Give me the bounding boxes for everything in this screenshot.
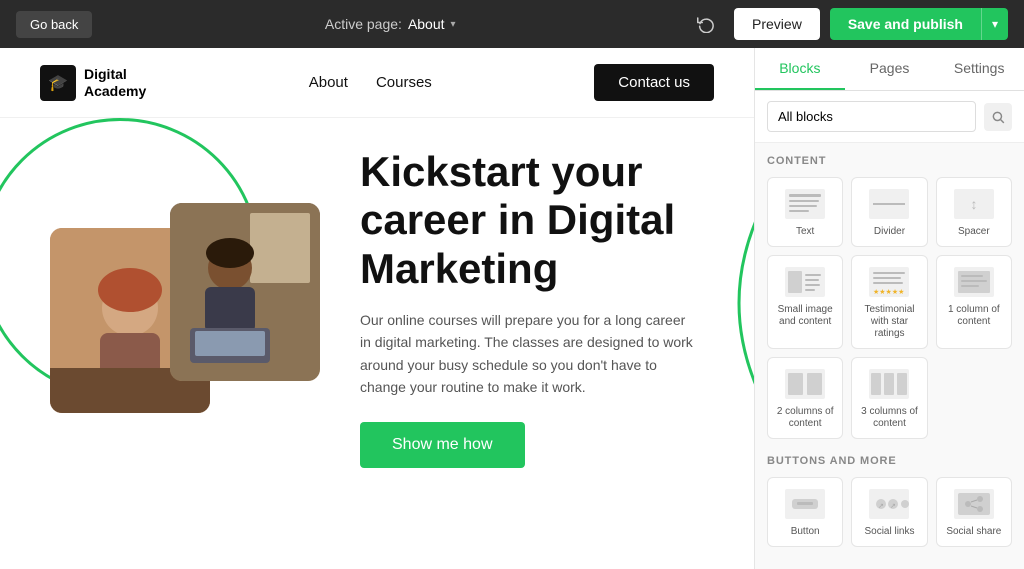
top-bar: Go back Active page: About ▾ Preview Sav… bbox=[0, 0, 1024, 48]
panel-tabs: Blocks Pages Settings bbox=[755, 48, 1024, 91]
buttons-section-label: BUTTONS AND MORE bbox=[767, 455, 1012, 467]
testimonial-block-label: Testimonial with star ratings bbox=[856, 304, 922, 340]
right-panel: Blocks Pages Settings All blocks CONTENT bbox=[754, 48, 1024, 569]
logo-icon: 🎓 bbox=[40, 65, 76, 101]
save-publish-button[interactable]: Save and publish bbox=[830, 8, 981, 40]
logo-text: Digital Academy bbox=[84, 66, 146, 100]
block-item-testimonial[interactable]: ★★★★★ Testimonial with star ratings bbox=[851, 255, 927, 349]
small-image-block-label: Small image and content bbox=[772, 304, 838, 328]
text-block-icon bbox=[781, 186, 829, 222]
1col-block-icon bbox=[950, 264, 998, 300]
block-item-button[interactable]: Button bbox=[767, 477, 843, 547]
canvas: 🎓 Digital Academy About Courses Contact … bbox=[0, 48, 754, 569]
1col-block-label: 1 column of content bbox=[941, 304, 1007, 328]
chevron-down-icon[interactable]: ▾ bbox=[451, 19, 456, 30]
social-links-block-icon: ↗ ↗ bbox=[865, 486, 913, 522]
small-image-block-icon bbox=[781, 264, 829, 300]
tab-blocks[interactable]: Blocks bbox=[755, 48, 845, 90]
block-item-spacer[interactable]: ↕ Spacer bbox=[936, 177, 1012, 247]
buttons-blocks-grid: Button ↗ ↗ Social li bbox=[767, 477, 1012, 547]
hero-title: Kickstart your career in Digital Marketi… bbox=[360, 148, 714, 293]
block-item-text[interactable]: Text bbox=[767, 177, 843, 247]
active-page-indicator: Active page: About ▾ bbox=[325, 16, 456, 32]
contact-button[interactable]: Contact us bbox=[594, 64, 714, 101]
save-publish-dropdown-button[interactable]: ▾ bbox=[981, 8, 1008, 40]
3col-block-label: 3 columns of content bbox=[856, 406, 922, 430]
block-item-1col[interactable]: 1 column of content bbox=[936, 255, 1012, 349]
active-page-label: Active page: bbox=[325, 16, 402, 32]
text-block-label: Text bbox=[796, 226, 814, 238]
svg-text:↗: ↗ bbox=[878, 503, 884, 510]
divider-block-icon bbox=[865, 186, 913, 222]
hero-content: Kickstart your career in Digital Marketi… bbox=[360, 148, 714, 468]
spacer-block-icon: ↕ bbox=[950, 186, 998, 222]
2col-block-label: 2 columns of content bbox=[772, 406, 838, 430]
social-share-block-icon bbox=[950, 486, 998, 522]
content-blocks-grid: Text Divider ↕ bbox=[767, 177, 1012, 439]
hero-description: Our online courses will prepare you for … bbox=[360, 309, 700, 399]
block-item-3col[interactable]: 3 columns of content bbox=[851, 357, 927, 439]
main-layout: 🎓 Digital Academy About Courses Contact … bbox=[0, 48, 1024, 569]
blocks-filter-select[interactable]: All blocks bbox=[767, 101, 976, 132]
top-bar-actions: Preview Save and publish ▾ bbox=[688, 6, 1008, 42]
hero-image-front bbox=[170, 203, 320, 381]
block-item-2col[interactable]: 2 columns of content bbox=[767, 357, 843, 439]
svg-text:↕: ↕ bbox=[970, 196, 977, 212]
history-button[interactable] bbox=[688, 6, 724, 42]
active-page-name: About bbox=[408, 16, 445, 32]
block-item-social-links[interactable]: ↗ ↗ Social links bbox=[851, 477, 927, 547]
block-item-divider[interactable]: Divider bbox=[851, 177, 927, 247]
hero-images bbox=[40, 198, 330, 418]
nav-item-courses[interactable]: Courses bbox=[376, 74, 432, 91]
button-block-label: Button bbox=[791, 526, 820, 538]
testimonial-block-icon: ★★★★★ bbox=[865, 264, 913, 300]
go-back-button[interactable]: Go back bbox=[16, 11, 92, 38]
svg-text:★★★★★: ★★★★★ bbox=[873, 288, 904, 296]
hero-section: Kickstart your career in Digital Marketi… bbox=[0, 118, 754, 488]
3col-block-icon bbox=[865, 366, 913, 402]
green-curve-right bbox=[734, 203, 754, 403]
divider-block-label: Divider bbox=[874, 226, 905, 238]
search-icon[interactable] bbox=[984, 103, 1012, 131]
2col-block-icon bbox=[781, 366, 829, 402]
block-item-social-share[interactable]: Social share bbox=[936, 477, 1012, 547]
content-section-label: CONTENT bbox=[767, 155, 1012, 167]
site-logo: 🎓 Digital Academy bbox=[40, 65, 146, 101]
svg-text:↗: ↗ bbox=[890, 503, 896, 510]
tab-settings[interactable]: Settings bbox=[934, 48, 1024, 90]
button-block-icon bbox=[781, 486, 829, 522]
panel-search-row: All blocks bbox=[755, 91, 1024, 143]
spacer-block-label: Spacer bbox=[958, 226, 990, 238]
tab-pages[interactable]: Pages bbox=[845, 48, 935, 90]
save-publish-group: Save and publish ▾ bbox=[830, 8, 1008, 40]
site-header: 🎓 Digital Academy About Courses Contact … bbox=[0, 48, 754, 118]
site-nav: About Courses bbox=[309, 74, 432, 91]
social-share-block-label: Social share bbox=[946, 526, 1001, 538]
panel-content: CONTENT Text bbox=[755, 143, 1024, 569]
nav-item-about[interactable]: About bbox=[309, 74, 348, 91]
social-links-block-label: Social links bbox=[864, 526, 914, 538]
block-item-small-image[interactable]: Small image and content bbox=[767, 255, 843, 349]
cta-button[interactable]: Show me how bbox=[360, 422, 525, 468]
preview-button[interactable]: Preview bbox=[734, 8, 820, 40]
